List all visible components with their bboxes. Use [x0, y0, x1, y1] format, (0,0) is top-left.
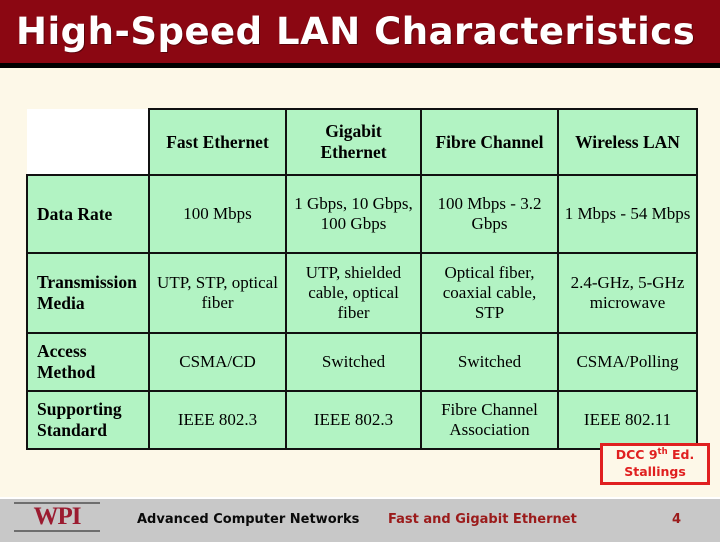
cell-access-method-wireless-lan: CSMA/Polling — [557, 332, 698, 392]
cell-transmission-media-fibre-channel: Optical fiber, coaxial cable, STP — [420, 252, 559, 334]
table-corner-cell — [27, 109, 150, 176]
column-header-fast-ethernet: Fast Ethernet — [148, 108, 287, 176]
cell-transmission-media-wireless-lan: 2.4-GHz, 5-GHz microwave — [557, 252, 698, 334]
citation-ordinal-suffix: th — [657, 447, 668, 458]
column-header-fibre-channel: Fibre Channel — [420, 108, 559, 176]
table-row: Transmission Media UTP, STP, optical fib… — [26, 252, 698, 334]
cell-access-method-fibre-channel: Switched — [420, 332, 559, 392]
row-header-supporting-standard: Supporting Standard — [26, 390, 150, 450]
cell-transmission-media-fast-ethernet: UTP, STP, optical fiber — [148, 252, 287, 334]
row-header-data-rate: Data Rate — [26, 174, 150, 254]
row-header-transmission-media: Transmission Media — [26, 252, 150, 334]
table-row: Data Rate 100 Mbps 1 Gbps, 10 Gbps, 100 … — [26, 174, 698, 254]
cell-transmission-media-gigabit-ethernet: UTP, shielded cable, optical fiber — [285, 252, 422, 334]
citation-edition-prefix: DCC 9 — [615, 447, 658, 463]
table-row: Access Method CSMA/CD Switched Switched … — [26, 332, 698, 392]
footer-bar — [0, 497, 720, 542]
cell-data-rate-fast-ethernet: 100 Mbps — [148, 174, 287, 254]
cell-access-method-fast-ethernet: CSMA/CD — [148, 332, 287, 392]
column-header-wireless-lan: Wireless LAN — [557, 108, 698, 176]
wpi-logo: WPI — [14, 502, 100, 533]
cell-data-rate-gigabit-ethernet: 1 Gbps, 10 Gbps, 100 Gbps — [285, 174, 422, 254]
cell-supporting-standard-fibre-channel: Fibre Channel Association — [420, 390, 559, 450]
cell-supporting-standard-gigabit-ethernet: IEEE 802.3 — [285, 390, 422, 450]
table-header-row: Fast Ethernet Gigabit Ethernet Fibre Cha… — [27, 108, 698, 176]
cell-supporting-standard-wireless-lan: IEEE 802.11 — [557, 390, 698, 450]
column-header-gigabit-ethernet: Gigabit Ethernet — [285, 108, 422, 176]
row-header-access-method: Access Method — [26, 332, 150, 392]
page-title: High-Speed LAN Characteristics — [16, 10, 696, 53]
citation-edition-suffix: Ed. — [667, 447, 695, 463]
citation-line-2: Stallings — [624, 464, 686, 480]
lan-characteristics-table: Fast Ethernet Gigabit Ethernet Fibre Cha… — [26, 108, 698, 450]
cell-supporting-standard-fast-ethernet: IEEE 802.3 — [148, 390, 287, 450]
cell-data-rate-wireless-lan: 1 Mbps - 54 Mbps — [557, 174, 698, 254]
cell-access-method-gigabit-ethernet: Switched — [285, 332, 422, 392]
citation-line-1: DCC 9th Ed. — [616, 447, 695, 464]
cell-data-rate-fibre-channel: 100 Mbps - 3.2 Gbps — [420, 174, 559, 254]
footer-course-title: Advanced Computer Networks — [137, 512, 360, 527]
footer-page-number: 4 — [672, 512, 682, 527]
footer-topic-title: Fast and Gigabit Ethernet — [388, 512, 577, 527]
source-citation-box: DCC 9th Ed. Stallings — [600, 443, 710, 485]
slide-title-banner: High-Speed LAN Characteristics — [0, 0, 720, 68]
table-row: Supporting Standard IEEE 802.3 IEEE 802.… — [26, 390, 698, 450]
